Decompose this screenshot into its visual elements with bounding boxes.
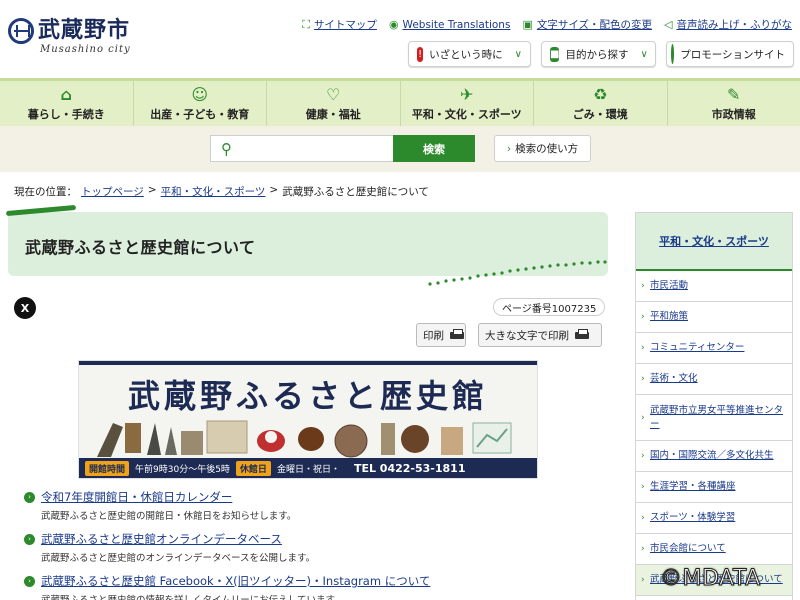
sidebar-item-arts[interactable]: › 芸術・文化 <box>636 364 792 395</box>
breadcrumb-current: 武蔵野ふるさと歴史館について <box>282 186 429 198</box>
print-large-button[interactable]: 大きな文字で印刷 <box>478 323 602 347</box>
sitemap-icon: ⛶ <box>302 17 310 31</box>
chevron-right-icon: › <box>641 343 645 353</box>
search-input[interactable] <box>238 136 393 161</box>
database-link[interactable]: › 武蔵野ふるさと歴史館オンラインデータベース <box>24 531 604 547</box>
sidebar-item-civic-hall[interactable]: › 市民会館について <box>636 534 792 565</box>
banner-info-strip: 開館時間 午前9時30分～午後5時 休館日 金曜日・祝日・ TEL 0422-5… <box>79 458 537 478</box>
font-size-icon: ▣ <box>522 18 533 31</box>
nav-living[interactable]: ⌂ 暮らし・手続き <box>0 81 134 126</box>
sidebar-item-sports[interactable]: › スポーツ・体験学習 <box>636 503 792 534</box>
decorative-dots <box>428 260 607 286</box>
nav-culture[interactable]: ✈ 平和・文化・スポーツ <box>401 81 534 126</box>
trash-icon: ♻ <box>593 84 608 104</box>
search-band: ⚲ 検索 › 検索の使い方 <box>0 126 800 172</box>
speech-link[interactable]: ◁ 音声読み上げ・ふりがな <box>664 17 792 32</box>
sports-icon: ✈ <box>460 84 474 104</box>
nav-city-info[interactable]: ✎ 市政情報 <box>668 81 800 126</box>
sidebar-heading[interactable]: 平和・文化・スポーツ <box>636 213 792 271</box>
list-item: › 武蔵野ふるさと歴史館オンラインデータベース 武蔵野ふるさと歴史館のオンラインデ… <box>24 531 604 564</box>
related-links: › 令和7年度開館日・休館日カレンダー 武蔵野ふるさと歴史館の開館日・休館日をお知… <box>24 489 604 600</box>
breadcrumb-top[interactable]: トップページ <box>81 184 144 199</box>
printer-icon <box>450 329 464 341</box>
chevron-right-icon: › <box>641 374 645 384</box>
chevron-right-icon: › <box>641 544 645 554</box>
nav-health[interactable]: ♡ 健康・福祉 <box>267 81 401 126</box>
font-size-link[interactable]: ▣ 文字サイズ・配色の変更 <box>522 17 652 32</box>
page-number-badge: ページ番号1007235 <box>493 298 606 316</box>
home-icon: ⌂ <box>60 84 72 104</box>
search-box: ⚲ <box>210 135 393 162</box>
sidebar-item-community[interactable]: › コミュニティセンター <box>636 333 792 364</box>
book-icon: ■ <box>550 46 560 62</box>
logo-english: Musashino city <box>40 44 131 55</box>
global-nav: ⌂ 暮らし・手続き ☺ 出産・子ども・教育 ♡ 健康・福祉 ✈ 平和・文化・スポーツ ♻… <box>0 78 800 126</box>
sidebar-item-international[interactable]: › 国内・国際交流／多文化共生 <box>636 441 792 472</box>
arrow-bullet-icon: › <box>24 533 35 545</box>
purpose-search-button[interactable]: ■ 目的から探す ∨ <box>541 41 656 67</box>
document-icon: ✎ <box>727 84 741 104</box>
printer-icon <box>575 329 589 341</box>
quick-buttons: ! いざという時に ∨ ■ 目的から探す ∨ プロモーションサイト <box>408 41 794 67</box>
print-button[interactable]: 印刷 <box>416 323 466 347</box>
chevron-right-icon: › <box>641 451 645 461</box>
promotion-site-button[interactable]: プロモーションサイト <box>666 41 794 67</box>
arrow-bullet-icon: › <box>24 575 35 587</box>
arrow-bullet-icon: › <box>24 491 35 503</box>
banner-title: 武蔵野ふるさと歴史館 <box>127 377 488 415</box>
breadcrumb-culture[interactable]: 平和・文化・スポーツ <box>161 184 266 199</box>
emergency-button[interactable]: ! いざという時に ∨ <box>408 41 531 67</box>
chevron-right-icon: › <box>641 281 645 291</box>
logo-japanese: 武蔵野市 <box>38 18 131 43</box>
artifacts-illustration <box>97 420 512 458</box>
x-share-icon[interactable]: X <box>14 297 36 319</box>
chevron-right-icon: › <box>641 312 645 322</box>
sidebar-item-civic[interactable]: › 市民活動 <box>636 271 792 302</box>
search-howto-link[interactable]: › 検索の使い方 <box>494 135 591 162</box>
chevron-right-icon: › <box>641 412 645 423</box>
sidebar: 平和・文化・スポーツ › 市民活動 › 平和施策 › コミュニティセンター › 芸術・文… <box>635 212 793 600</box>
heart-icon: ♡ <box>326 84 341 104</box>
sidebar-item-learning[interactable]: › 生涯学習・各種講座 <box>636 472 792 503</box>
nav-children[interactable]: ☺ 出産・子ども・教育 <box>134 81 267 126</box>
speaker-icon: ◁ <box>664 18 673 31</box>
translations-link[interactable]: ◉ Website Translations <box>389 17 511 32</box>
site-logo[interactable]: 武蔵野市 Musashino city <box>8 18 131 55</box>
alert-icon: ! <box>417 46 424 62</box>
utility-links: ⛶ サイトマップ ◉ Website Translations ▣ 文字サイズ・配色の… <box>302 17 792 32</box>
sidebar-item-equality[interactable]: › 武蔵野市立男女平等推進センター <box>636 395 792 441</box>
chevron-down-icon: ∨ <box>514 48 522 60</box>
sns-link[interactable]: › 武蔵野ふるさと歴史館 Facebook・X(旧ツイッター)・Instagram… <box>24 573 604 589</box>
chevron-right-icon: › <box>641 482 645 492</box>
promotion-icon <box>671 44 675 64</box>
child-icon: ☺ <box>191 84 209 104</box>
chevron-right-icon: › <box>641 513 645 523</box>
search-icon: ⚲ <box>221 139 232 158</box>
museum-banner-image: 武蔵野ふるさと歴史館 開館時間 午前9時30分～午後5時 休館日 金曜日・祝日・… <box>78 360 538 479</box>
page-title: 武蔵野ふるさと歴史館について <box>25 238 256 257</box>
calendar-link[interactable]: › 令和7年度開館日・休館日カレンダー <box>24 489 604 505</box>
chevron-right-icon: › <box>506 142 512 155</box>
chevron-right-icon: › <box>641 575 645 585</box>
list-item: › 武蔵野ふるさと歴史館 Facebook・X(旧ツイッター)・Instagram… <box>24 573 604 600</box>
chevron-down-icon: ∨ <box>640 48 648 60</box>
city-emblem-icon <box>8 18 34 44</box>
site-header: 武蔵野市 Musashino city ⛶ サイトマップ ◉ Website Tra… <box>0 0 800 78</box>
breadcrumb: 現在の位置： トップページ > 平和・文化・スポーツ > 武蔵野ふるさと歴史館に… <box>14 184 429 199</box>
sidebar-item-peace[interactable]: › 平和施策 <box>636 302 792 333</box>
translate-icon: ◉ <box>388 18 399 31</box>
nav-environment[interactable]: ♻ ごみ・環境 <box>534 81 668 126</box>
search-button[interactable]: 検索 <box>393 135 475 162</box>
watermark: ©MDATA <box>660 566 761 592</box>
list-item: › 令和7年度開館日・休館日カレンダー 武蔵野ふるさと歴史館の開館日・休館日をお知… <box>24 489 604 522</box>
sitemap-link[interactable]: ⛶ サイトマップ <box>302 17 377 32</box>
